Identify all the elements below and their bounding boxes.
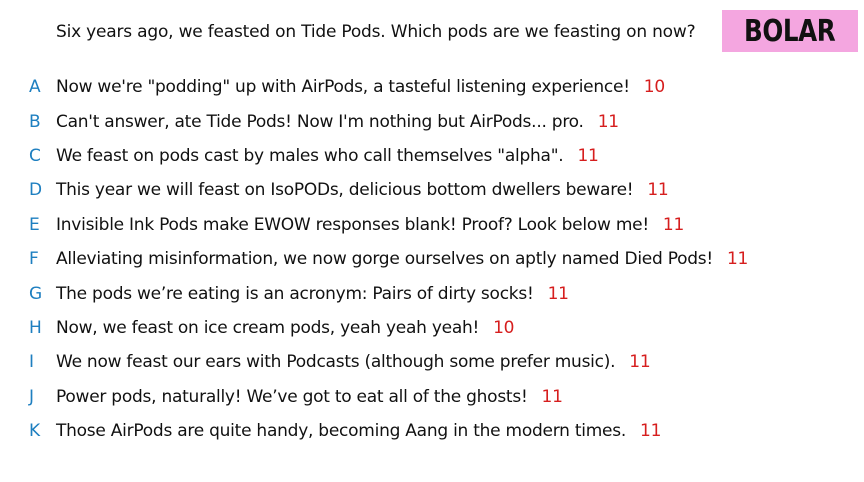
response-row: H Now, we feast on ice cream pods, yeah … xyxy=(0,311,864,345)
word-count: 11 xyxy=(629,352,651,373)
response-letter: B xyxy=(29,111,41,132)
response-list: A Now we're "podding" up with AirPods, a… xyxy=(0,70,864,448)
response-row: C We feast on pods cast by males who cal… xyxy=(0,139,864,173)
word-count: 11 xyxy=(577,145,599,166)
response-text: Alleviating misinformation, we now gorge… xyxy=(56,249,748,269)
response-text: We feast on pods cast by males who call … xyxy=(56,146,599,166)
response-letter: A xyxy=(29,77,41,98)
response-row: K Those AirPods are quite handy, becomin… xyxy=(0,414,864,448)
response-text: Can't answer, ate Tide Pods! Now I'm not… xyxy=(56,112,619,132)
response-body: Those AirPods are quite handy, becoming … xyxy=(56,421,627,442)
response-text: The pods we’re eating is an acronym: Pai… xyxy=(56,284,569,304)
word-count: 11 xyxy=(647,180,669,201)
response-letter: I xyxy=(29,352,35,373)
response-text: Invisible Ink Pods make EWOW responses b… xyxy=(56,215,684,235)
word-count: 11 xyxy=(726,249,749,270)
response-text: Those AirPods are quite handy, becoming … xyxy=(56,421,661,441)
response-body: Now we're "podding" up with AirPods, a t… xyxy=(56,77,630,98)
response-row: E Invisible Ink Pods make EWOW responses… xyxy=(0,208,864,242)
word-count: 10 xyxy=(493,317,515,338)
response-body: The pods we’re eating is an acronym: Pai… xyxy=(56,283,534,304)
response-text: Now we're "podding" up with AirPods, a t… xyxy=(56,77,665,97)
response-letter: E xyxy=(29,214,40,235)
response-letter: D xyxy=(29,180,43,201)
word-count: 11 xyxy=(597,111,619,132)
response-letter: J xyxy=(29,386,35,407)
response-letter: K xyxy=(29,421,41,442)
response-row: I We now feast our ears with Podcasts (a… xyxy=(0,345,864,379)
response-body: This year we will feast on IsoPODs, deli… xyxy=(56,180,634,201)
response-body: Alleviating misinformation, we now gorge… xyxy=(56,249,713,270)
response-body: We feast on pods cast by males who call … xyxy=(56,145,564,166)
response-row: G The pods we’re eating is an acronym: P… xyxy=(0,276,864,310)
word-count: 11 xyxy=(547,283,569,304)
word-count: 11 xyxy=(541,386,563,407)
response-body: Now, we feast on ice cream pods, yeah ye… xyxy=(56,317,480,338)
response-body: Invisible Ink Pods make EWOW responses b… xyxy=(56,214,649,235)
response-text: Power pods, naturally! We’ve got to eat … xyxy=(56,387,563,407)
response-row: J Power pods, naturally! We’ve got to ea… xyxy=(0,380,864,414)
response-row: D This year we will feast on IsoPODs, de… xyxy=(0,173,864,207)
word-count: 10 xyxy=(643,77,665,98)
response-body: Can't answer, ate Tide Pods! Now I'm not… xyxy=(56,111,584,132)
response-row: F Alleviating misinformation, we now gor… xyxy=(0,242,864,276)
response-body: Power pods, naturally! We’ve got to eat … xyxy=(56,386,528,407)
response-row: A Now we're "podding" up with AirPods, a… xyxy=(0,70,864,104)
response-letter: G xyxy=(29,283,43,304)
response-letter: H xyxy=(29,317,42,338)
response-text: This year we will feast on IsoPODs, deli… xyxy=(56,180,669,200)
word-count: 11 xyxy=(640,421,662,442)
word-count: 11 xyxy=(662,214,685,235)
response-body: We now feast our ears with Podcasts (alt… xyxy=(56,352,616,373)
response-text: We now feast our ears with Podcasts (alt… xyxy=(56,352,651,373)
response-letter: F xyxy=(29,249,39,270)
contest-badge: BOLAR xyxy=(722,10,858,52)
badge-label: BOLAR xyxy=(744,13,836,49)
response-row: B Can't answer, ate Tide Pods! Now I'm n… xyxy=(0,104,864,138)
prompt-text: Six years ago, we feasted on Tide Pods. … xyxy=(56,22,696,42)
response-letter: C xyxy=(29,145,41,166)
response-text: Now, we feast on ice cream pods, yeah ye… xyxy=(56,317,515,338)
